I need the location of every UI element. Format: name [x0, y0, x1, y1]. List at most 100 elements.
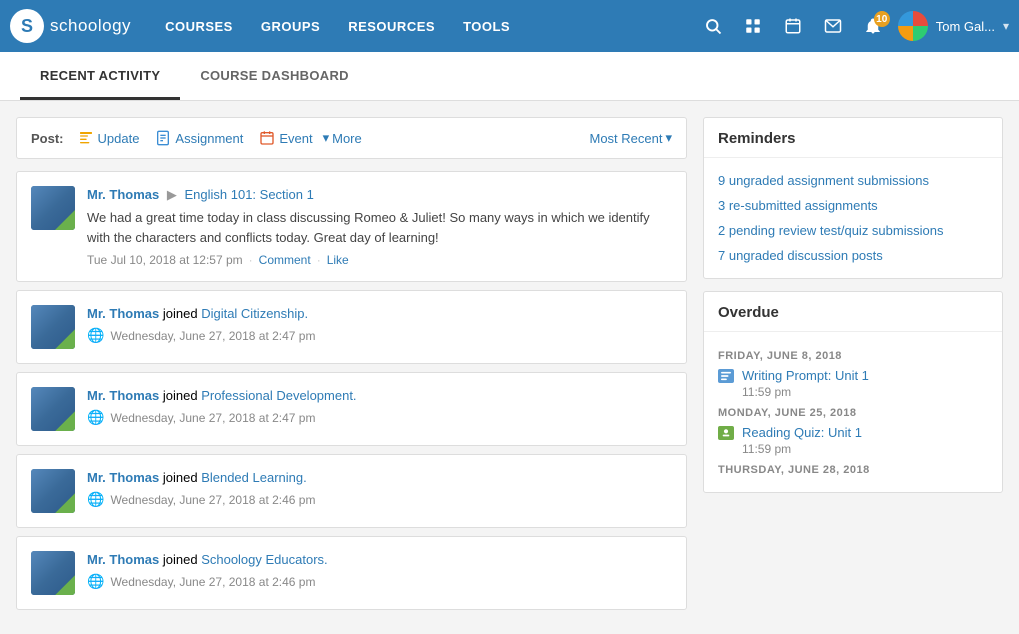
joined-text: joined — [163, 470, 201, 485]
more-label: More — [332, 131, 362, 146]
reminder-item[interactable]: 9 ungraded assignment submissions — [704, 168, 1002, 193]
grid-button[interactable] — [738, 13, 768, 39]
activity-item: Mr. Thomas ▶ English 101: Section 1 We h… — [16, 171, 687, 282]
activity-text: We had a great time today in class discu… — [87, 208, 672, 247]
overdue-item-details: Reading Quiz: Unit 1 11:59 pm — [742, 425, 862, 456]
nav-groups[interactable]: GROUPS — [247, 19, 334, 34]
tab-bar: RECENT ACTIVITY COURSE DASHBOARD — [0, 52, 1019, 101]
group-link[interactable]: Blended Learning. — [201, 470, 307, 485]
activity-meta: 🌐 Wednesday, June 27, 2018 at 2:46 pm — [87, 491, 672, 508]
activity-item: Mr. Thomas joined Digital Citizenship. 🌐… — [16, 290, 687, 364]
overdue-date-2: MONDAY, JUNE 25, 2018 — [718, 407, 988, 419]
activity-content: Mr. Thomas joined Schoology Educators. 🌐… — [87, 551, 672, 595]
course-link[interactable]: English 101: Section 1 — [184, 187, 313, 202]
user-link[interactable]: Mr. Thomas — [87, 470, 159, 485]
activity-content: Mr. Thomas joined Professional Developme… — [87, 387, 672, 431]
overdue-item: Writing Prompt: Unit 1 11:59 pm — [718, 368, 988, 399]
activity-header: Mr. Thomas joined Blended Learning. — [87, 469, 672, 487]
user-link[interactable]: Mr. Thomas — [87, 187, 159, 202]
globe-icon: 🌐 — [87, 491, 104, 508]
post-bar-left: Post: Update Assignment Event ▾ More — [31, 128, 362, 148]
overdue-section: Overdue FRIDAY, JUNE 8, 2018 Writing Pro… — [703, 291, 1003, 493]
user-link[interactable]: Mr. Thomas — [87, 306, 159, 321]
avatar — [31, 551, 75, 595]
most-recent-label: Most Recent — [589, 131, 662, 146]
user-link[interactable]: Mr. Thomas — [87, 388, 159, 403]
user-name: Tom Gal... — [936, 19, 995, 34]
overdue-item-details: Writing Prompt: Unit 1 11:59 pm — [742, 368, 869, 399]
meta-separator: · — [317, 253, 321, 267]
logo-text: schoology — [50, 16, 131, 36]
activity-content: Mr. Thomas ▶ English 101: Section 1 We h… — [87, 186, 672, 267]
activity-timestamp: Tue Jul 10, 2018 at 12:57 pm — [87, 253, 243, 267]
reminders-list: 9 ungraded assignment submissions 3 re-s… — [704, 158, 1002, 278]
post-update-btn[interactable]: Update — [72, 128, 146, 148]
user-link[interactable]: Mr. Thomas — [87, 552, 159, 567]
notification-badge: 10 — [874, 11, 890, 27]
sort-chevron-icon: ▾ — [665, 130, 672, 146]
reminder-item[interactable]: 2 pending review test/quiz submissions — [704, 218, 1002, 243]
joined-text: joined — [163, 306, 201, 321]
post-label: Post: — [31, 131, 64, 146]
update-label: Update — [98, 131, 140, 146]
globe-icon: 🌐 — [87, 409, 104, 426]
avatar — [31, 305, 75, 349]
user-menu[interactable]: Tom Gal... ▾ — [898, 11, 1009, 41]
activity-content: Mr. Thomas joined Digital Citizenship. 🌐… — [87, 305, 672, 349]
activity-header: Mr. Thomas joined Professional Developme… — [87, 387, 672, 405]
nav-courses[interactable]: COURSES — [151, 19, 247, 34]
most-recent-sort[interactable]: Most Recent ▾ — [589, 130, 672, 146]
chevron-down-icon: ▾ — [1003, 19, 1009, 33]
post-bar: Post: Update Assignment Event ▾ More — [16, 117, 687, 159]
left-column: Post: Update Assignment Event ▾ More — [16, 117, 687, 618]
overdue-date-3: THURSDAY, JUNE 28, 2018 — [718, 464, 988, 476]
tab-recent-activity[interactable]: RECENT ACTIVITY — [20, 52, 180, 100]
activity-meta: 🌐 Wednesday, June 27, 2018 at 2:47 pm — [87, 409, 672, 426]
overdue-content: FRIDAY, JUNE 8, 2018 Writing Prompt: Uni… — [704, 332, 1002, 492]
meta-separator: · — [249, 253, 253, 267]
avatar — [31, 387, 75, 431]
like-link[interactable]: Like — [327, 253, 349, 267]
writing-icon — [718, 369, 734, 383]
overdue-item-link[interactable]: Writing Prompt: Unit 1 — [742, 368, 869, 383]
arrow-icon: ▶ — [167, 187, 181, 202]
overdue-item-time: 11:59 pm — [742, 385, 791, 399]
logo-area[interactable]: S schoology — [10, 9, 131, 43]
post-event-btn[interactable]: Event — [253, 128, 318, 148]
activity-timestamp: Wednesday, June 27, 2018 at 2:46 pm — [110, 575, 315, 589]
globe-icon: 🌐 — [87, 327, 104, 344]
reminders-section: Reminders 9 ungraded assignment submissi… — [703, 117, 1003, 279]
post-assignment-btn[interactable]: Assignment — [149, 128, 249, 148]
nav-links: COURSES GROUPS RESOURCES TOOLS — [151, 19, 698, 34]
reminder-item[interactable]: 3 re-submitted assignments — [704, 193, 1002, 218]
nav-tools[interactable]: TOOLS — [449, 19, 524, 34]
comment-link[interactable]: Comment — [259, 253, 311, 267]
overdue-title: Overdue — [704, 292, 1002, 332]
more-button[interactable]: ▾ More — [323, 130, 362, 146]
mail-button[interactable] — [818, 13, 848, 39]
quiz-icon — [718, 426, 734, 440]
activity-content: Mr. Thomas joined Blended Learning. 🌐 We… — [87, 469, 672, 513]
avatar — [31, 186, 75, 230]
notifications-button[interactable]: 10 — [858, 13, 888, 39]
activity-meta: Tue Jul 10, 2018 at 12:57 pm · Comment ·… — [87, 253, 672, 267]
activity-header: Mr. Thomas joined Digital Citizenship. — [87, 305, 672, 323]
nav-resources[interactable]: RESOURCES — [334, 19, 449, 34]
top-nav: S schoology COURSES GROUPS RESOURCES TOO… — [0, 0, 1019, 52]
tab-course-dashboard[interactable]: COURSE DASHBOARD — [180, 52, 369, 100]
overdue-item-link[interactable]: Reading Quiz: Unit 1 — [742, 425, 862, 440]
joined-text: joined — [163, 388, 201, 403]
overdue-date-1: FRIDAY, JUNE 8, 2018 — [718, 350, 988, 362]
group-link[interactable]: Digital Citizenship. — [201, 306, 308, 321]
activity-meta: 🌐 Wednesday, June 27, 2018 at 2:47 pm — [87, 327, 672, 344]
reminder-item[interactable]: 7 ungraded discussion posts — [704, 243, 1002, 268]
event-label: Event — [279, 131, 312, 146]
reminders-title: Reminders — [704, 118, 1002, 158]
calendar-button[interactable] — [778, 13, 808, 39]
user-avatar — [898, 11, 928, 41]
activity-item: Mr. Thomas joined Blended Learning. 🌐 We… — [16, 454, 687, 528]
group-link[interactable]: Schoology Educators. — [201, 552, 327, 567]
search-button[interactable] — [698, 13, 728, 39]
overdue-item-time: 11:59 pm — [742, 442, 791, 456]
group-link[interactable]: Professional Development. — [201, 388, 356, 403]
